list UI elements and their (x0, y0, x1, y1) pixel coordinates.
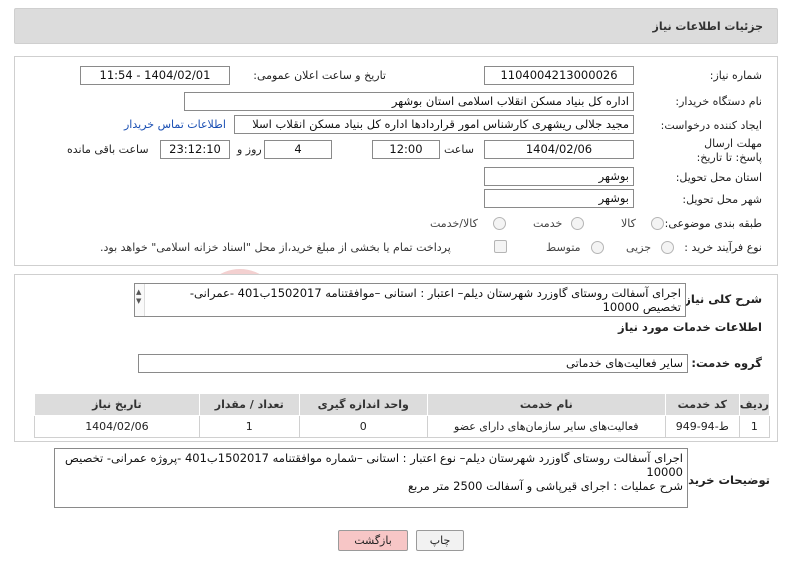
category-label: طبقه بندی موضوعی: (664, 217, 762, 230)
col-service-code: کد خدمت (664, 393, 740, 416)
category-option-goods: کالا (621, 217, 636, 230)
summary-text: اجرای آسفالت روستای گاوزرد شهرستان دیلم–… (189, 286, 681, 314)
process-option-minor: جزیی (626, 241, 652, 254)
buyer-org-label: نام دستگاه خریدار: (675, 95, 762, 108)
category-radio-goods-service[interactable] (493, 217, 506, 230)
cell-row: 1 (738, 415, 771, 438)
table-header-row: ردیف کد خدمت نام خدمت واحد اندازه گیری ت… (34, 393, 771, 416)
category-radio-goods[interactable] (651, 217, 664, 230)
deadline-label: مهلت ارسال پاسخ: تا تاریخ: (696, 137, 762, 164)
services-table: ردیف کد خدمت نام خدمت واحد اندازه گیری ت… (34, 393, 771, 438)
cell-need-date: 1404/02/06 (34, 415, 200, 438)
col-unit: واحد اندازه گیری (298, 393, 428, 416)
need-number-label: شماره نیاز: (709, 69, 762, 82)
deadline-time-label: ساعت (444, 143, 474, 156)
deadline-time-field[interactable]: 12:00 (372, 140, 440, 159)
city-field[interactable]: بوشهر (484, 189, 634, 208)
treasury-checkbox[interactable] (494, 240, 507, 253)
col-quantity: تعداد / مقدار (198, 393, 300, 416)
cell-service-code: ط-94-949 (664, 415, 740, 438)
deadline-days-label: روز و (237, 143, 262, 156)
category-option-service: خدمت (533, 217, 563, 230)
creator-field[interactable]: مجید جلالی ریشهری کارشناس امور قراردادها… (234, 115, 634, 134)
summary-scrollbar[interactable]: ▲ ▼ (135, 284, 145, 316)
back-button[interactable]: بازگشت (338, 530, 408, 551)
buyer-notes-line1: اجرای آسفالت روستای گاوزرد شهرستان دیلم–… (65, 451, 683, 479)
province-label: استان محل تحویل: (675, 171, 762, 184)
page-header: جزئیات اطلاعات نیاز (14, 8, 778, 44)
deadline-date-field[interactable]: 1404/02/06 (484, 140, 634, 159)
service-group-label: گروه خدمت: (691, 356, 762, 370)
col-row: ردیف (738, 393, 771, 416)
cell-unit: 0 (298, 415, 428, 438)
city-label: شهر محل تحویل: (682, 193, 762, 206)
category-radio-service[interactable] (571, 217, 584, 230)
process-radio-minor[interactable] (661, 241, 674, 254)
col-service-name: نام خدمت (426, 393, 666, 416)
remaining-time-field[interactable]: 23:12:10 (160, 140, 230, 159)
buyer-org-field[interactable]: اداره کل بنیاد مسکن انقلاب اسلامی استان … (184, 92, 634, 111)
buyer-notes-textarea[interactable]: اجرای آسفالت روستای گاوزرد شهرستان دیلم–… (54, 448, 688, 508)
remaining-time-label: ساعت باقی مانده (67, 143, 149, 156)
summary-textarea[interactable]: ▲ ▼ اجرای آسفالت روستای گاوزرد شهرستان د… (134, 283, 686, 317)
page-title: جزئیات اطلاعات نیاز (652, 20, 764, 33)
buyer-contact-link[interactable]: اطلاعات تماس خریدار (124, 118, 226, 131)
announce-field[interactable]: 1404/02/01 - 11:54 (80, 66, 230, 85)
service-group-field[interactable]: سایر فعالیت‌های خدماتی (138, 354, 688, 373)
announce-label: تاریخ و ساعت اعلان عمومی: (253, 69, 386, 82)
cell-quantity: 1 (198, 415, 300, 438)
buyer-notes-line2: شرح عملیات : اجرای قیرپاشی و آسفالت 2500… (408, 479, 683, 493)
table-row[interactable]: 1 ط-94-949 فعالیت‌های سایر سازمان‌های دا… (34, 415, 771, 438)
process-label: نوع فرآیند خرید : (684, 241, 762, 254)
province-field[interactable]: بوشهر (484, 167, 634, 186)
services-section-title: اطلاعات خدمات مورد نیاز (618, 320, 762, 334)
need-number-field[interactable]: 1104004213000026 (484, 66, 634, 85)
treasury-note: پرداخت تمام یا بخشی از مبلغ خرید،از محل … (100, 241, 451, 254)
cell-service-name: فعالیت‌های سایر سازمان‌های دارای عضو (426, 415, 666, 438)
process-radio-medium[interactable] (591, 241, 604, 254)
print-button[interactable]: چاپ (416, 530, 464, 551)
summary-label: شرح کلی نیاز: (679, 292, 762, 306)
info-panel (14, 56, 778, 266)
col-need-date: تاریخ نیاز (34, 393, 200, 416)
category-option-goods-service: کالا/خدمت (430, 217, 478, 230)
creator-label: ایجاد کننده درخواست: (660, 119, 762, 132)
deadline-days-field[interactable]: 4 (264, 140, 332, 159)
process-option-medium: متوسط (546, 241, 581, 254)
